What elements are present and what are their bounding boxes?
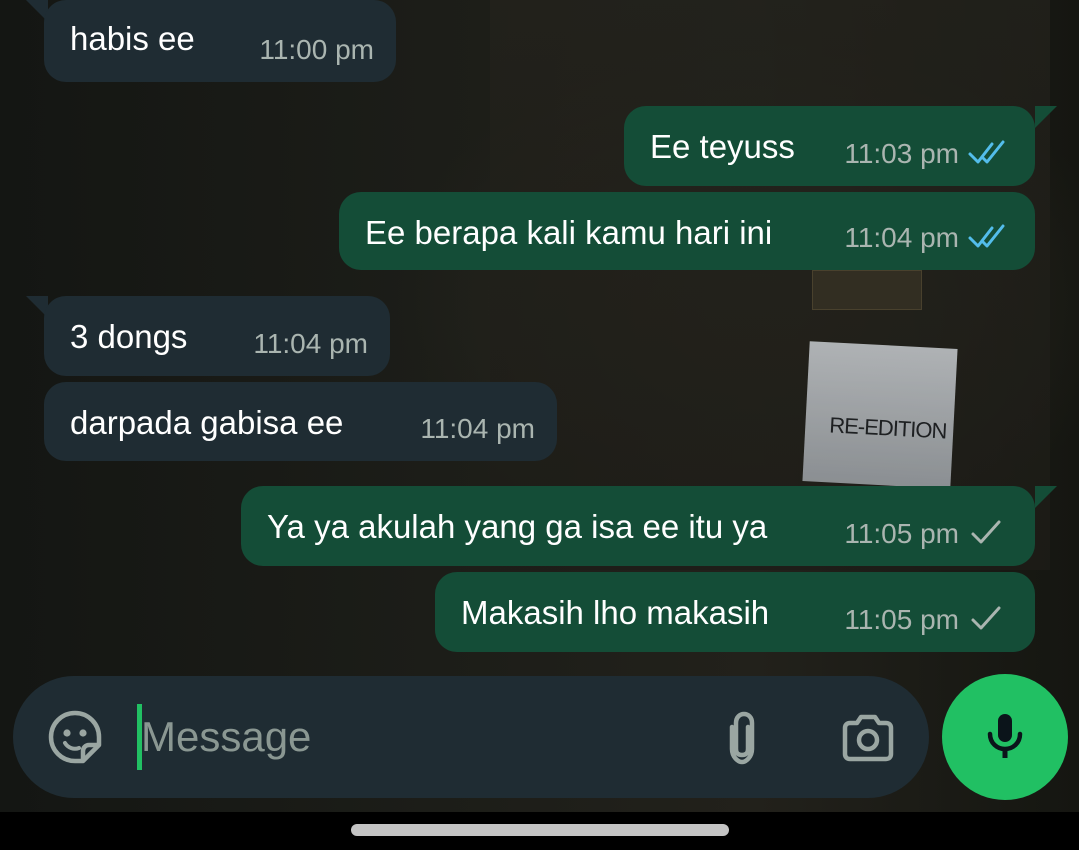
bubble-tail xyxy=(1035,106,1057,128)
message-time: 11:04 pm xyxy=(420,413,535,444)
message-bubble-outgoing[interactable]: Ee berapa kali kamu hari ini 11:04 pm xyxy=(339,192,1035,270)
message-bubble-outgoing[interactable]: Ee teyuss 11:03 pm xyxy=(624,106,1035,186)
message-time: 11:05 pm xyxy=(844,518,959,549)
message-text: 3 dongs xyxy=(70,318,188,355)
microphone-button[interactable] xyxy=(942,674,1068,800)
message-composer xyxy=(13,676,929,798)
message-bubble-outgoing[interactable]: Ya ya akulah yang ga isa ee itu ya 11:05… xyxy=(241,486,1035,566)
message-time: 11:04 pm xyxy=(844,222,959,253)
message-text: habis ee xyxy=(70,20,195,57)
wallpaper-plate xyxy=(812,270,922,310)
camera-icon[interactable] xyxy=(839,712,897,764)
message-text: Ee berapa kali kamu hari ini xyxy=(365,214,773,251)
paperclip-icon[interactable] xyxy=(713,709,769,767)
message-text: Ya ya akulah yang ga isa ee itu ya xyxy=(267,508,768,545)
message-time: 11:03 pm xyxy=(844,138,959,169)
message-time: 11:04 pm xyxy=(253,328,368,359)
sticker-icon[interactable] xyxy=(47,709,103,765)
message-bubble-incoming[interactable]: darpada gabisa ee 11:04 pm xyxy=(44,382,557,461)
double-check-read-icon xyxy=(968,224,1005,248)
message-bubble-incoming[interactable]: habis ee 11:00 pm xyxy=(44,0,396,82)
system-navigation-bar xyxy=(0,812,1079,850)
message-bubble-incoming[interactable]: 3 dongs 11:04 pm xyxy=(44,296,390,376)
bubble-tail xyxy=(1035,486,1057,508)
gesture-handle[interactable] xyxy=(351,824,729,836)
message-text: darpada gabisa ee xyxy=(70,404,344,441)
message-text: Ee teyuss xyxy=(650,128,795,165)
message-time: 11:00 pm xyxy=(259,34,374,65)
microphone-icon xyxy=(987,714,1023,758)
message-bubble-outgoing[interactable]: Makasih lho makasih 11:05 pm xyxy=(435,572,1035,652)
double-check-read-icon xyxy=(968,140,1005,164)
message-input[interactable] xyxy=(141,704,701,770)
wallpaper-tag: RE-EDITION xyxy=(802,341,958,489)
single-check-sent-icon xyxy=(971,520,1001,544)
wallpaper-tag-text: RE-EDITION xyxy=(828,412,948,444)
single-check-sent-icon xyxy=(971,606,1001,630)
message-text: Makasih lho makasih xyxy=(461,594,770,631)
wallpaper-door xyxy=(490,0,1050,570)
message-time: 11:05 pm xyxy=(844,604,959,635)
